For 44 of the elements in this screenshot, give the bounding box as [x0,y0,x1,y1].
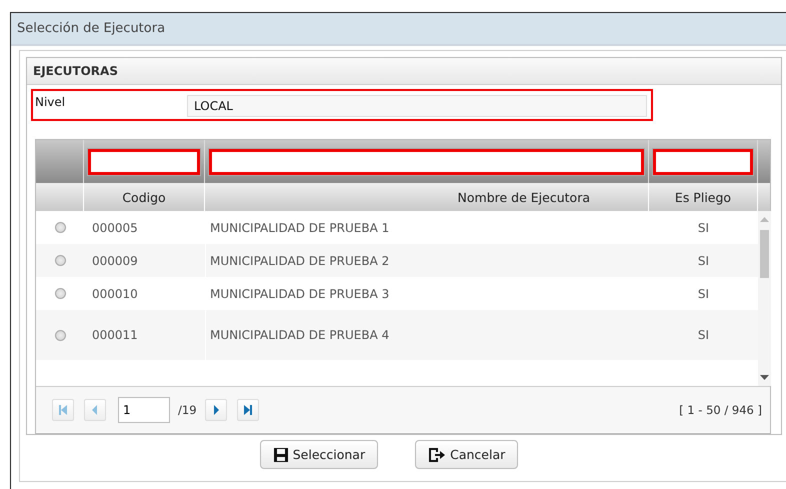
column-header[interactable]: Codigo [84,183,205,211]
radio-button[interactable] [54,330,66,340]
table-cell-text: SI [696,252,710,270]
table-cell-text: 000010 [91,286,139,302]
last-page-icon [244,404,252,414]
window-title: Selección de Ejecutora [11,13,786,46]
radio-button[interactable] [54,288,66,299]
table-cell: MUNICIPALIDAD DE PRUEBA 4 [205,310,649,360]
select-button[interactable]: Seleccionar [260,440,378,469]
previous-page-icon [91,404,99,414]
table-row[interactable]: 000011 MUNICIPALIDAD DE PRUEBA 4 SI [36,310,758,360]
table-cell-text: SI [696,286,710,302]
scrollbar-thumb[interactable] [760,230,769,278]
table-cell-text: 000011 [91,327,139,344]
column-header[interactable]: Es Pliego [649,183,758,211]
exit-icon [428,446,446,462]
last-page-button[interactable] [236,398,259,420]
filter-field[interactable] [209,148,644,174]
radio-button[interactable] [54,255,66,266]
scroll-down-icon [760,375,769,380]
table-cell-text: SI [696,220,710,236]
cancel-button[interactable]: Cancelar [415,440,518,469]
panel-title: EJECUTORAS [27,58,781,85]
first-page-button[interactable] [52,398,74,420]
next-page-icon [212,404,220,414]
radio-button[interactable] [54,222,66,233]
first-page-icon [59,404,67,414]
record-range: [ 1 - 50 / 946 ] [679,402,762,416]
field-label: Nivel [35,95,66,109]
scrollbar[interactable] [758,211,771,386]
previous-page-button[interactable] [84,398,106,420]
filter-field[interactable] [653,148,753,174]
table-row[interactable]: 000009 MUNICIPALIDAD DE PRUEBA 2 SI [36,244,758,277]
table-cell: MUNICIPALIDAD DE PRUEBA 2 [205,244,649,277]
table-cell-text: 000005 [91,220,139,236]
page-field[interactable]: 1 [118,396,170,422]
table-cell-text: SI [696,327,710,344]
scroll-up-icon [760,217,769,222]
table-cell-text: 000009 [91,252,139,270]
page-count: /19 [178,402,197,416]
column-header[interactable]: Nombre de Ejecutora [205,183,649,211]
next-page-button[interactable] [204,398,227,420]
filter-field[interactable] [88,148,200,174]
nivel-field[interactable]: LOCAL [187,95,647,117]
